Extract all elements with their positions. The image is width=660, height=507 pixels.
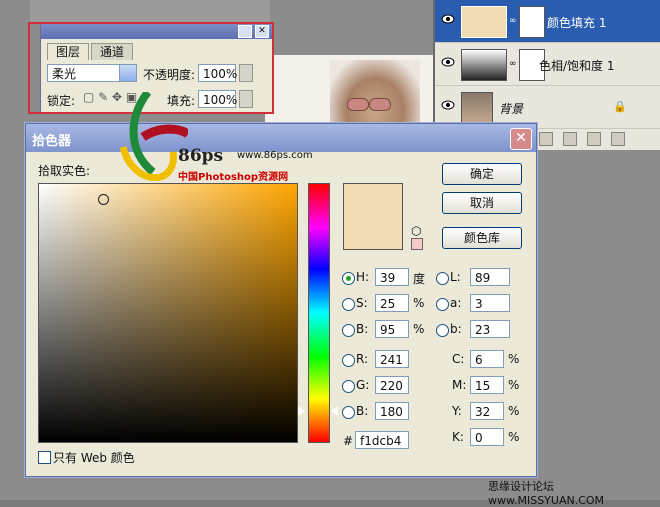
l-radio[interactable]: [436, 272, 449, 285]
layer-thumbnail: [461, 6, 507, 38]
watermark-site-name: 中国Photoshop资源网: [178, 172, 289, 183]
a-label: a:: [450, 296, 462, 310]
new-layer-icon[interactable]: [587, 132, 601, 146]
hex-input[interactable]: f1dcb4: [355, 431, 409, 449]
lab-b-label: b:: [450, 322, 462, 336]
l-label: L:: [450, 270, 461, 284]
s-radio[interactable]: [342, 298, 355, 311]
chain-link-icon: ∞: [509, 59, 517, 69]
color-libraries-button[interactable]: 颜色库: [442, 227, 522, 249]
hex-label: #: [343, 434, 354, 448]
color-field[interactable]: [38, 183, 298, 443]
watermark-url: www.86ps.com: [237, 150, 313, 161]
percent-unit: %: [508, 378, 520, 392]
ok-button[interactable]: 确定: [442, 163, 522, 185]
h-radio[interactable]: [342, 272, 355, 285]
blue-radio[interactable]: [342, 406, 355, 419]
b-label: B:: [356, 322, 369, 336]
eye-icon[interactable]: [441, 100, 455, 110]
pick-solid-label: 拾取实色:: [38, 164, 91, 178]
g-radio[interactable]: [342, 380, 355, 393]
g-input[interactable]: 220: [375, 376, 409, 394]
lab-b-radio[interactable]: [436, 324, 449, 337]
percent-unit: %: [508, 430, 520, 444]
m-input[interactable]: 15: [470, 376, 504, 394]
hue-slider[interactable]: [308, 183, 330, 443]
web-only-label: 只有 Web 颜色: [53, 451, 135, 465]
r-radio[interactable]: [342, 354, 355, 367]
eye-icon[interactable]: [441, 57, 455, 67]
chain-link-icon: ∞: [509, 16, 517, 26]
background-thumbnail: [461, 92, 493, 124]
layer-row-hue-saturation[interactable]: ∞ 色相/饱和度 1: [435, 43, 660, 86]
s-input[interactable]: 25: [375, 294, 409, 312]
layer-mask-thumbnail: [519, 6, 545, 38]
h-input[interactable]: 39: [375, 268, 409, 286]
percent-unit: %: [508, 352, 520, 366]
lab-b-input[interactable]: 23: [470, 320, 510, 338]
cube-icon[interactable]: ⬡: [411, 224, 421, 238]
layer-name: 背景: [499, 102, 524, 116]
hue-slider-right-arrow[interactable]: [331, 406, 338, 416]
adjustment-thumbnail: [461, 49, 507, 81]
s-label: S:: [356, 296, 368, 310]
r-input[interactable]: 241: [375, 350, 409, 368]
b-input[interactable]: 95: [375, 320, 409, 338]
c-input[interactable]: 6: [470, 350, 504, 368]
new-group-icon[interactable]: [563, 132, 577, 146]
a-radio[interactable]: [436, 298, 449, 311]
web-only-checkbox[interactable]: [38, 451, 51, 464]
y-label: Y:: [452, 404, 462, 418]
sunglasses-graphic: [345, 98, 391, 111]
close-icon[interactable]: ✕: [510, 128, 532, 150]
top-toolbar-strip: [30, 0, 270, 22]
new-color-swatch: [343, 183, 403, 217]
hue-slider-left-arrow[interactable]: [298, 406, 305, 416]
lock-icon: 🔒: [613, 100, 627, 113]
degree-unit: 度: [413, 272, 426, 286]
cancel-button[interactable]: 取消: [442, 192, 522, 214]
watermark-logo-text: 86ps: [178, 146, 224, 166]
color-field-marker[interactable]: [98, 194, 109, 205]
layer-row-color-fill[interactable]: ∞ 颜色填充 1: [435, 0, 660, 43]
b-radio[interactable]: [342, 324, 355, 337]
layer-style-icon[interactable]: [539, 132, 553, 146]
footer-watermark: 思缘设计论坛 www.MISSYUAN.COM: [488, 480, 605, 507]
percent-unit: %: [413, 322, 425, 336]
y-input[interactable]: 32: [470, 402, 504, 420]
web-safe-swatch-icon[interactable]: [411, 238, 423, 250]
g-label: G:: [356, 378, 370, 392]
delete-layer-icon[interactable]: [611, 132, 625, 146]
current-color-swatch: [343, 216, 403, 250]
m-label: M:: [452, 378, 467, 392]
eye-icon[interactable]: [441, 14, 455, 24]
k-input[interactable]: 0: [470, 428, 504, 446]
dialog-titlebar: 拾色器 ✕: [26, 124, 536, 152]
a-input[interactable]: 3: [470, 294, 510, 312]
r-label: R:: [356, 352, 369, 366]
percent-unit: %: [413, 296, 425, 310]
blue-input[interactable]: 180: [375, 402, 409, 420]
layer-name: 颜色填充 1: [547, 16, 607, 30]
percent-unit: %: [508, 404, 520, 418]
l-input[interactable]: 89: [470, 268, 510, 286]
c-label: C:: [452, 352, 465, 366]
dialog-title: 拾色器: [32, 134, 72, 149]
layer-name: 色相/饱和度 1: [539, 59, 615, 73]
blue-label: B:: [356, 404, 369, 418]
h-label: H:: [356, 270, 370, 284]
k-label: K:: [452, 430, 464, 444]
